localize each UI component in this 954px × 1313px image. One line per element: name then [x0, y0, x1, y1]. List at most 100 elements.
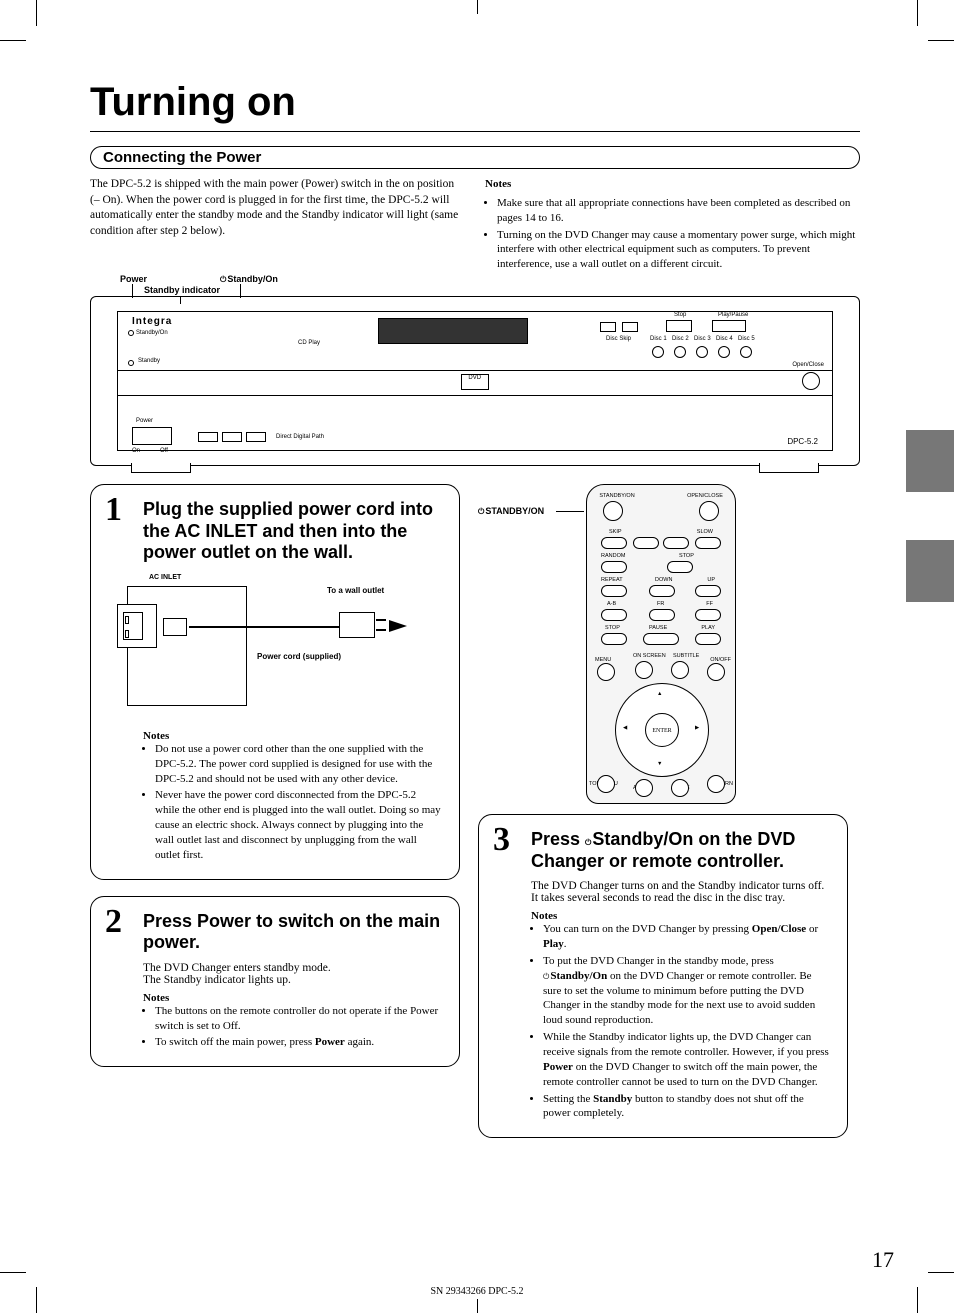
remote-button-icon: [671, 779, 689, 797]
label-power: Power: [120, 274, 147, 284]
page-title: Turning on: [90, 80, 860, 125]
remote-button-icon: [667, 561, 693, 573]
panel-cd-play: CD Play: [298, 340, 320, 346]
note-item: The buttons on the remote controller do …: [155, 1004, 443, 1034]
remote-button-icon: [695, 633, 721, 645]
title-rule: [90, 131, 860, 132]
power-switch-icon: [132, 427, 172, 445]
remote-btn-label: STANDBY/ON: [597, 493, 637, 499]
remote-btn-label: SUBTITLE: [673, 653, 699, 659]
side-tab: [906, 540, 954, 602]
cd-logo-icon: [246, 432, 266, 442]
remote-btn-label: SKIP: [609, 529, 622, 535]
note-item: Make sure that all appropriate connectio…: [497, 196, 860, 226]
remote-button-icon: [649, 585, 675, 597]
disc5-button-icon: [740, 346, 752, 358]
panel-stop: Stop: [674, 312, 686, 318]
panel-open-close: Open/Close: [792, 362, 824, 368]
remote-button-icon: [601, 561, 627, 573]
next-button-icon: [622, 322, 638, 332]
notes-heading: Notes: [143, 730, 443, 742]
note-item: While the Standby indicator lights up, t…: [543, 1030, 831, 1089]
panel-disc3: Disc 3: [694, 336, 711, 342]
remote-button-icon: [633, 537, 659, 549]
plug-diagram: AC INLET To a wall outlet Power cord (su…: [117, 572, 417, 722]
remote-btn-label: STOP: [605, 625, 620, 631]
step-heading: Plug the supplied power cord into the AC…: [143, 499, 443, 564]
note-item: Setting the Standby button to standby do…: [543, 1092, 831, 1122]
stop-button-icon: [666, 320, 692, 332]
step-number: 1: [105, 491, 122, 529]
label-standby-on: Standby/On: [220, 274, 278, 285]
remote-btn-label: REPEAT: [601, 577, 623, 583]
step-1-box: 1 Plug the supplied power cord into the …: [90, 484, 460, 880]
intro-paragraph: The DPC-5.2 is shipped with the main pow…: [90, 177, 465, 239]
remote-button-icon: [597, 663, 615, 681]
remote-btn-label: PAUSE: [649, 625, 667, 631]
standby-led-icon: [128, 360, 134, 366]
remote-button-icon: [707, 775, 725, 793]
remote-button-icon: [695, 585, 721, 597]
remote-btn-label: RANDOM: [601, 553, 625, 559]
remote-button-icon: [663, 537, 689, 549]
panel-disc-skip: Disc Skip: [606, 336, 631, 342]
notes-heading: Notes: [143, 992, 443, 1004]
side-tab: [906, 430, 954, 492]
note-item: You can turn on the DVD Changer by press…: [543, 922, 831, 952]
step-3-box: 3 Press Standby/On on the DVD Changer or…: [478, 814, 848, 1138]
section-heading: Connecting the Power: [90, 146, 860, 169]
note-item: To switch off the main power, press Powe…: [155, 1035, 443, 1050]
remote-open-close-button-icon: [699, 501, 719, 521]
remote-button-icon: [601, 537, 627, 549]
remote-btn-label: A-B: [607, 601, 616, 607]
remote-button-icon: [635, 661, 653, 679]
note-item: Never have the power cord disconnected f…: [155, 788, 443, 862]
remote-btn-label: DOWN: [655, 577, 672, 583]
disc2-button-icon: [674, 346, 686, 358]
remote-button-icon: [695, 537, 721, 549]
device-front-panel: Integra Standby/On CD Play Standby Stop …: [90, 296, 860, 466]
remote-button-icon: [601, 609, 627, 621]
note-item: To put the DVD Changer in the standby mo…: [543, 954, 831, 1028]
panel-disc5: Disc 5: [738, 336, 755, 342]
remote-button-icon: [695, 609, 721, 621]
remote-side-label: STANDBY/ON: [478, 506, 544, 517]
to-wall-label: To a wall outlet: [327, 586, 384, 595]
remote-button-icon: [707, 663, 725, 681]
enter-button-icon: ENTER: [645, 713, 679, 747]
step-body-text: The DVD Changer turns on and the Standby…: [531, 880, 831, 904]
ac-inlet-label: AC INLET: [149, 574, 181, 581]
step-2-box: 2 Press Power to switch on the main powe…: [90, 896, 460, 1068]
step-heading: Press Standby/On on the DVD Changer or r…: [531, 829, 831, 872]
note-item: Turning on the DVD Changer may cause a m…: [497, 228, 860, 273]
remote-button-icon: [601, 585, 627, 597]
step-body-text: The DVD Changer enters standby mode.: [143, 962, 443, 974]
panel-off: Off: [160, 448, 168, 454]
power-cord-label: Power cord (supplied): [257, 652, 341, 661]
panel-power-sw-label: Power: [136, 418, 153, 424]
panel-play-pause: Play/Pause: [718, 312, 748, 318]
panel-disc1: Disc 1: [650, 336, 667, 342]
remote-button-icon: [635, 779, 653, 797]
open-close-button-icon: [802, 372, 820, 390]
panel-direct-digital: Direct Digital Path: [276, 434, 324, 440]
remote-btn-label: PLAY: [701, 625, 715, 631]
step-body-text: The Standby indicator lights up.: [143, 974, 443, 986]
panel-disc2: Disc 2: [672, 336, 689, 342]
dvd-logo-icon: DVD: [461, 374, 489, 390]
panel-on: On: [132, 448, 140, 454]
remote-standby-on-button-icon: [603, 501, 623, 521]
remote-btn-label: ON SCREEN: [633, 653, 666, 659]
brand-label: Integra: [132, 316, 172, 327]
arrow-right-icon: [389, 620, 407, 632]
disc1-button-icon: [652, 346, 664, 358]
model-label: DPC-5.2: [787, 437, 818, 446]
remote-button-icon: [643, 633, 679, 645]
disc4-button-icon: [718, 346, 730, 358]
label-standby-indicator: Standby indicator: [144, 285, 220, 295]
step-number: 3: [493, 821, 510, 859]
remote-button-icon: [597, 775, 615, 793]
remote-btn-label: FF: [706, 601, 713, 607]
remote-btn-label: OPEN/CLOSE: [685, 493, 725, 499]
notes-heading: Notes: [485, 177, 860, 192]
